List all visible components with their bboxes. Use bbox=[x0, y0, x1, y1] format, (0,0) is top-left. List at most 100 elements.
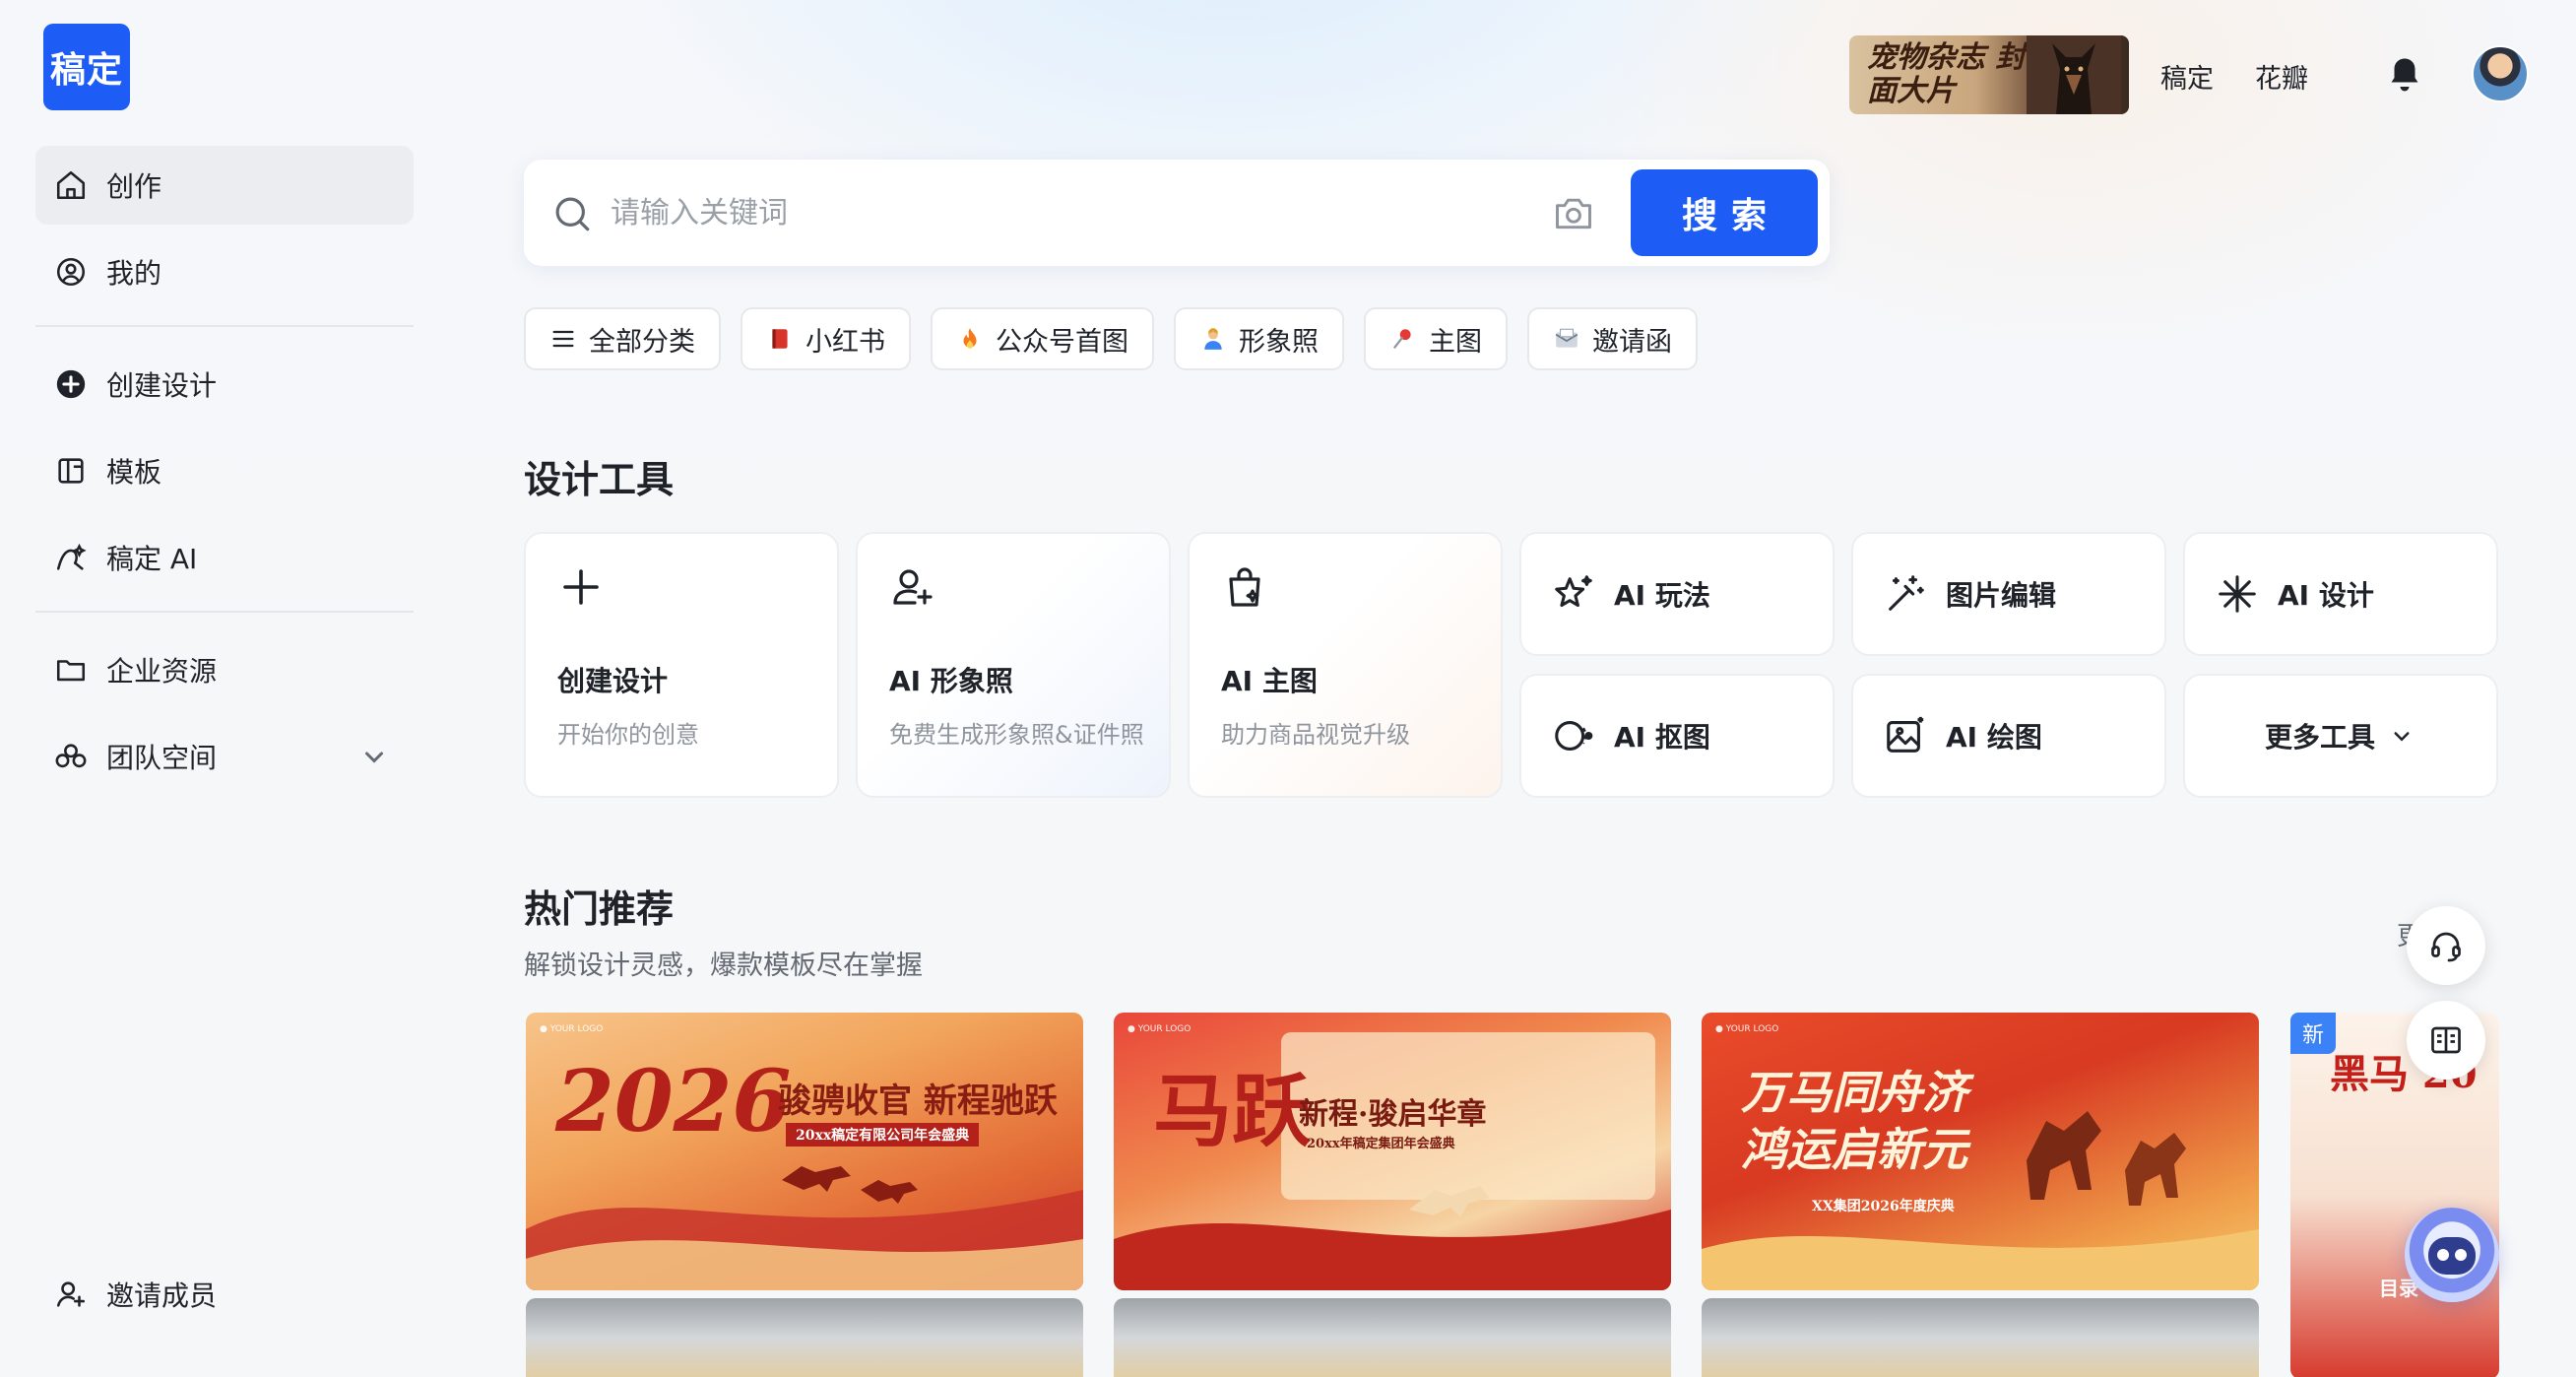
sidebar-item-invite[interactable]: 邀请成员 bbox=[35, 1255, 414, 1334]
ai-pen-icon bbox=[53, 540, 89, 575]
sidebar-item-mine[interactable]: 我的 bbox=[35, 232, 414, 311]
tool-name: AI 绘图 bbox=[1946, 721, 2042, 754]
sidebar-item-label: 企业资源 bbox=[106, 655, 218, 688]
sidebar-divider bbox=[35, 325, 414, 327]
chip-label: 小红书 bbox=[805, 326, 885, 358]
sidebar-item-templates[interactable]: 模板 bbox=[35, 431, 414, 510]
chip-wechat-cover[interactable]: 公众号首图 bbox=[931, 307, 1154, 370]
chip-label: 全部分类 bbox=[589, 326, 695, 358]
section-subtitle-hot: 解锁设计灵感，爆款模板尽在掌握 bbox=[524, 951, 923, 981]
chip-main-image[interactable]: 主图 bbox=[1364, 307, 1508, 370]
tool-desc: 助力商品视觉升级 bbox=[1221, 721, 1410, 749]
book-icon bbox=[766, 325, 794, 353]
template-big-text: 2026 bbox=[555, 1052, 792, 1151]
tool-name: AI 主图 bbox=[1221, 665, 1318, 697]
chip-portrait[interactable]: 形象照 bbox=[1174, 307, 1344, 370]
search-icon bbox=[555, 197, 590, 231]
chip-xiaohongshu[interactable]: 小红书 bbox=[741, 307, 911, 370]
search-button[interactable]: 搜索 bbox=[1631, 169, 1818, 256]
section-title-tools: 设计工具 bbox=[524, 458, 675, 501]
sidebar-item-label: 邀请成员 bbox=[106, 1279, 218, 1312]
sidebar-item-label: 创建设计 bbox=[106, 369, 218, 402]
logo[interactable]: 稿定 bbox=[43, 24, 130, 110]
template-card[interactable]: ● YOUR LOGO 2026 骏骋收官 新程驰跃 20xx稿定有限公司年会盛… bbox=[526, 1013, 1083, 1290]
tool-name: AI 玩法 bbox=[1614, 579, 1710, 612]
camera-icon[interactable] bbox=[1552, 191, 1595, 234]
tool-name: AI 设计 bbox=[2278, 579, 2374, 612]
user-circle-icon bbox=[53, 254, 89, 290]
menu-icon bbox=[549, 325, 577, 353]
bell-icon[interactable] bbox=[2387, 55, 2422, 95]
tool-name: 创建设计 bbox=[557, 665, 669, 697]
chip-label: 邀请函 bbox=[1592, 326, 1672, 358]
robot-icon bbox=[2428, 1237, 2476, 1275]
image-sparkle-icon bbox=[1887, 716, 1924, 753]
new-badge: 新 bbox=[2290, 1013, 2336, 1054]
promo-text: 宠物杂志 封面大片 bbox=[1867, 40, 2026, 108]
pin-icon bbox=[1389, 325, 1417, 353]
home-icon bbox=[53, 167, 89, 203]
tool-desc: 开始你的创意 bbox=[557, 721, 699, 749]
tool-card-ai-play[interactable]: AI 玩法 bbox=[1519, 532, 1835, 656]
search-box: 搜索 bbox=[524, 160, 1830, 266]
template-subline: 20xx稿定有限公司年会盛典 bbox=[786, 1123, 980, 1147]
tool-card-image-edit[interactable]: 图片编辑 bbox=[1851, 532, 2166, 656]
team-icon bbox=[53, 739, 89, 774]
tool-card-more-tools[interactable]: 更多工具 bbox=[2183, 674, 2498, 798]
headset-icon bbox=[2431, 932, 2461, 962]
shopping-bag-icon bbox=[1229, 567, 1260, 607]
tool-card-ai-draw[interactable]: AI 绘图 bbox=[1851, 674, 2166, 798]
tool-name: AI 形象照 bbox=[889, 665, 1013, 697]
template-subline: XX集团2026年度庆典 bbox=[1812, 1199, 1955, 1214]
sidebar-item-create-design[interactable]: 创建设计 bbox=[35, 345, 414, 424]
avatar[interactable] bbox=[2472, 45, 2529, 102]
tool-name: 图片编辑 bbox=[1946, 579, 2057, 612]
template-card[interactable]: ● YOUR LOGO 马跃 新程·骏启华章 20xx年稿定集团年会盛典 bbox=[1114, 1013, 1671, 1290]
star-sparkle-icon bbox=[1555, 575, 1592, 608]
sidebar-item-team[interactable]: 团队空间 bbox=[35, 717, 414, 796]
ai-assistant-robot[interactable] bbox=[2405, 1208, 2499, 1302]
book-open-icon bbox=[2431, 1026, 2461, 1054]
template-card[interactable]: ● YOUR LOGO 万马同舟济 鸿运启新元 XX集团2026年度庆典 bbox=[1702, 1013, 2259, 1290]
template-icon bbox=[53, 453, 89, 489]
chip-all-categories[interactable]: 全部分类 bbox=[524, 307, 721, 370]
sidebar-item-label: 模板 bbox=[106, 456, 162, 489]
fire-icon bbox=[956, 325, 984, 353]
top-link-huaban[interactable]: 花瓣 bbox=[2255, 57, 2308, 96]
envelope-icon bbox=[1553, 325, 1580, 353]
template-card[interactable] bbox=[1114, 1298, 1671, 1377]
add-user-icon bbox=[53, 1277, 89, 1312]
tool-card-create-design[interactable]: 创建设计 开始你的创意 bbox=[524, 532, 839, 798]
tool-card-ai-portrait[interactable]: AI 形象照 免费生成形象照&证件照 bbox=[856, 532, 1171, 798]
sidebar-item-create[interactable]: 创作 bbox=[35, 146, 414, 225]
tool-desc: 免费生成形象照&证件照 bbox=[889, 721, 1144, 749]
chip-invitation[interactable]: 邀请函 bbox=[1527, 307, 1698, 370]
chip-label: 公众号首图 bbox=[996, 326, 1128, 358]
template-card[interactable] bbox=[1702, 1298, 2259, 1377]
tool-name: 更多工具 bbox=[2264, 721, 2375, 754]
tool-card-ai-design[interactable]: AI 设计 bbox=[2183, 532, 2498, 656]
tool-card-ai-main-image[interactable]: AI 主图 助力商品视觉升级 bbox=[1188, 532, 1503, 798]
template-headline: 骏骋收官 新程驰跃 bbox=[778, 1082, 1058, 1121]
guide-button[interactable] bbox=[2407, 1001, 2485, 1080]
customer-service-button[interactable] bbox=[2407, 906, 2485, 985]
plus-circle-icon bbox=[53, 366, 89, 402]
search-input[interactable] bbox=[611, 181, 1497, 244]
sidebar-item-label: 稿定 AI bbox=[106, 543, 198, 575]
template-card[interactable] bbox=[526, 1298, 1083, 1377]
template-big-text: 万马同舟济 鸿运启新元 bbox=[1741, 1066, 1967, 1176]
template-subline: 20xx年稿定集团年会盛典 bbox=[1307, 1137, 1455, 1151]
sidebar-item-enterprise[interactable]: 企业资源 bbox=[35, 630, 414, 709]
cutout-icon bbox=[1555, 721, 1593, 751]
chevron-down-icon bbox=[2394, 732, 2410, 742]
sidebar-item-ai[interactable]: 稿定 AI bbox=[35, 518, 414, 597]
person-icon bbox=[1199, 325, 1227, 353]
top-link-gaoding[interactable]: 稿定 bbox=[2160, 57, 2214, 96]
sidebar-item-label: 团队空间 bbox=[106, 742, 218, 774]
promo-banner[interactable]: 宠物杂志 封面大片 bbox=[1849, 35, 2129, 114]
plus-icon bbox=[563, 569, 599, 605]
tool-name: AI 抠图 bbox=[1614, 721, 1710, 754]
sidebar: 稿定 创作 我的 创建设计 模板 稿定 AI 企业资源 团队空间 邀请成员 bbox=[0, 0, 443, 1377]
chevron-down-icon[interactable] bbox=[356, 739, 392, 774]
tool-card-ai-cutout[interactable]: AI 抠图 bbox=[1519, 674, 1835, 798]
